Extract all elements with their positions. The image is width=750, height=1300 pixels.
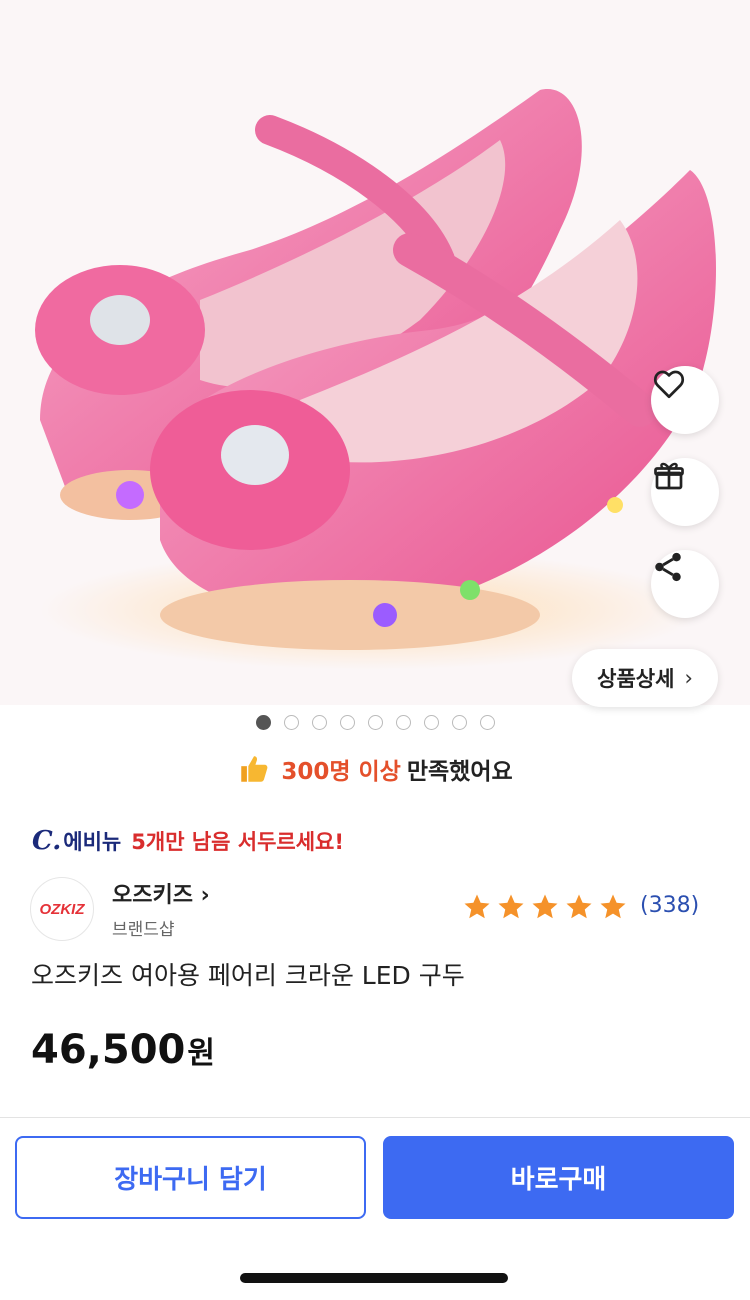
price-value: 46,500: [31, 1027, 186, 1073]
brand-logo[interactable]: OZKIZ: [30, 877, 94, 941]
pagination-dot[interactable]: [339, 715, 355, 730]
star-icon: [600, 894, 626, 919]
product-detail-button[interactable]: 상품상세 ›: [572, 649, 718, 707]
thumbs-up-icon: [241, 756, 268, 782]
heart-icon: [653, 370, 685, 399]
delivery-shop: 에비뉴: [63, 830, 122, 854]
satisfaction-highlight: 300명 이상: [281, 759, 401, 785]
star-icon: [498, 894, 524, 919]
share-button[interactable]: [651, 550, 719, 618]
product-detail-label: 상품상세: [597, 667, 675, 691]
gift-button[interactable]: [651, 458, 719, 526]
satisfaction-banner: 300명 이상 만족했어요: [0, 752, 750, 786]
brand-shop-link[interactable]: 오즈키즈 ›: [112, 877, 210, 909]
section-divider: [0, 800, 750, 814]
rating-stars[interactable]: [462, 892, 628, 922]
bottom-action-bar: 장바구니 담기 바로구매: [0, 1117, 750, 1300]
wishlist-button[interactable]: [651, 366, 719, 434]
delivery-banner: C. 에비뉴 5개만 남음 서두르세요!: [32, 826, 344, 856]
pagination-dot[interactable]: [255, 715, 271, 730]
stock-urgency: 5개만 남음 서두르세요!: [131, 830, 344, 854]
star-icon: [464, 894, 490, 919]
product-price: 46,500원: [31, 1027, 215, 1073]
pagination-dot[interactable]: [367, 715, 383, 730]
pagination-dot[interactable]: [395, 715, 411, 730]
chevron-right-icon: ›: [200, 883, 210, 908]
star-icon: [532, 894, 558, 919]
price-currency: 원: [187, 1036, 215, 1071]
satisfaction-text: 만족했어요: [406, 759, 513, 785]
pagination-dot[interactable]: [283, 715, 299, 730]
product-title: 오즈키즈 여아용 페어리 크라운 LED 구두: [31, 961, 465, 990]
pagination-dot[interactable]: [423, 715, 439, 730]
buy-now-button[interactable]: 바로구매: [383, 1136, 734, 1219]
shoe-illustration: [35, 89, 717, 670]
chevron-right-icon: ›: [684, 666, 693, 690]
brand-logo-text: OZKIZ: [39, 900, 85, 918]
product-image[interactable]: [0, 0, 750, 705]
home-indicator: [240, 1273, 508, 1283]
brand-name: 오즈키즈: [112, 883, 193, 908]
add-to-cart-button[interactable]: 장바구니 담기: [15, 1136, 366, 1219]
gift-icon: [654, 462, 684, 490]
delivery-logo: C.: [32, 826, 62, 856]
image-pagination: [0, 715, 750, 730]
review-count[interactable]: (338): [640, 893, 699, 918]
pagination-dot[interactable]: [479, 715, 495, 730]
pagination-dot[interactable]: [311, 715, 327, 730]
share-icon: [655, 552, 681, 582]
star-icon: [566, 894, 592, 919]
brand-subtitle: 브랜드샵: [112, 920, 175, 940]
pagination-dot[interactable]: [451, 715, 467, 730]
